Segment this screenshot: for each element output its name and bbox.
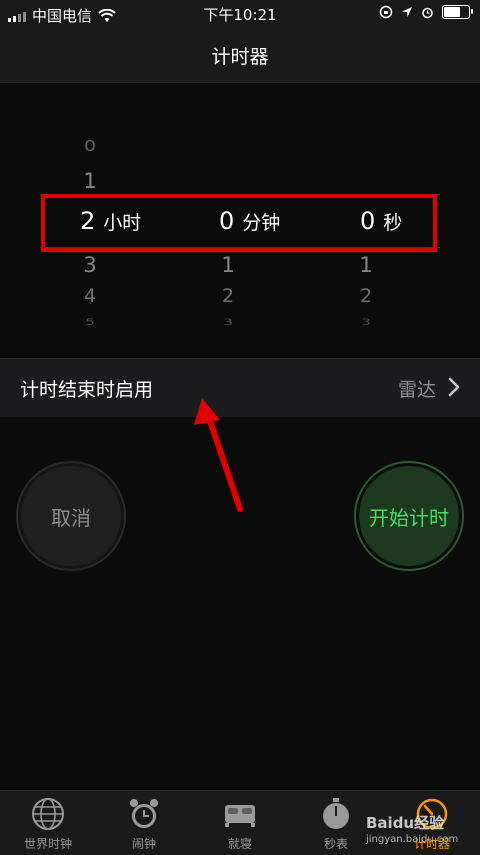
annotation-arrow-icon (194, 398, 243, 512)
alarm-clock-icon (130, 799, 158, 828)
minutes-option[interactable]: 2 (198, 285, 258, 307)
start-button[interactable]: 开始计时 (356, 463, 462, 569)
status-bar: 中国电信 下午10:21 (0, 0, 480, 28)
tab-bedtime[interactable]: 就寝 (192, 797, 288, 852)
hours-option[interactable]: 4 (60, 285, 120, 307)
tab-world-clock[interactable]: 世界时钟 (0, 797, 96, 852)
rotation-lock-icon (379, 5, 393, 19)
tab-alarm[interactable]: 闹钟 (96, 797, 192, 852)
tab-label: 就寝 (227, 837, 252, 851)
baidu-watermark: Baidu经验 jingyan.baidu.com (366, 812, 458, 845)
bed-icon (225, 805, 255, 827)
minutes-option[interactable]: 3 (198, 317, 258, 328)
tab-label: 世界时钟 (23, 837, 72, 851)
cancel-button[interactable]: 取消 (18, 463, 124, 569)
globe-icon (32, 798, 64, 830)
cancel-button-label: 取消 (51, 505, 91, 530)
watermark-url: jingyan.baidu.com (366, 834, 459, 845)
location-icon (402, 7, 412, 17)
chevron-right-icon (448, 377, 460, 397)
when-timer-ends-label: 计时结束时启用 (20, 379, 154, 401)
seconds-option[interactable]: 3 (336, 317, 396, 328)
battery-icon (442, 5, 473, 19)
hours-option[interactable]: 3 (60, 253, 120, 277)
navigation-bar: 计时器 (0, 28, 480, 83)
when-timer-ends-value: 雷达 (397, 379, 436, 401)
tab-label: 闹钟 (131, 837, 156, 851)
page-title: 计时器 (211, 46, 269, 68)
seconds-option[interactable]: 1 (336, 253, 396, 277)
hours-option[interactable]: 5 (60, 317, 120, 328)
start-button-label: 开始计时 (369, 505, 449, 530)
watermark-brand: Baidu经验 (366, 814, 445, 832)
minutes-option[interactable]: 1 (198, 253, 258, 277)
seconds-option[interactable]: 2 (336, 285, 396, 307)
hours-option[interactable]: 1 (60, 169, 120, 193)
status-right (379, 5, 473, 19)
stopwatch-icon (323, 798, 349, 829)
hours-option[interactable]: 0 (60, 137, 120, 155)
alarm-status-icon (422, 7, 433, 18)
annotation-highlight-box (41, 194, 437, 252)
